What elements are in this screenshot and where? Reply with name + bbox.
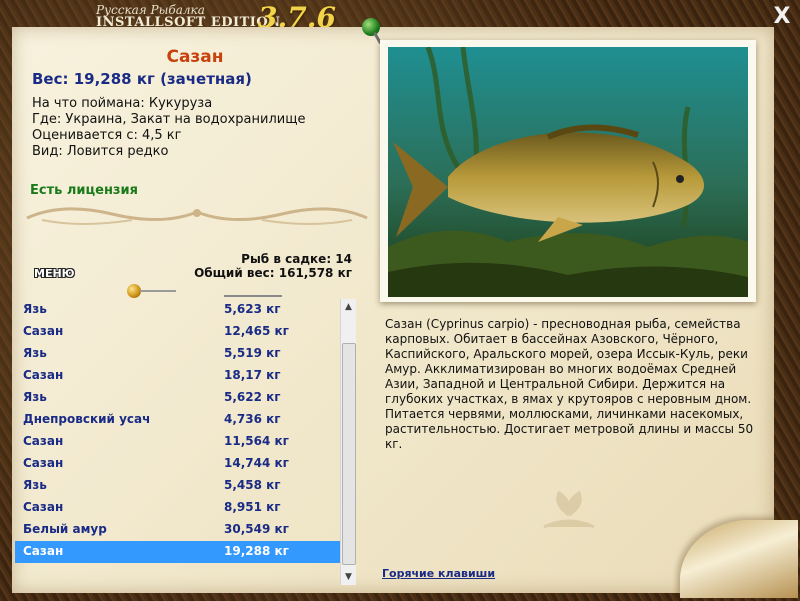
list-item-name: Сазан bbox=[23, 434, 64, 448]
list-item-name: Язь bbox=[23, 478, 47, 492]
list-item-weight: 19,288 кг bbox=[224, 544, 289, 558]
fish-photo-frame bbox=[380, 40, 756, 302]
list-item-name: Белый амур bbox=[23, 522, 107, 536]
list-item-weight: 14,744 кг bbox=[224, 456, 289, 470]
list-item[interactable]: Сазан 8,951 кг bbox=[15, 497, 340, 519]
fish-weight: Вес: 19,288 кг (зачетная) bbox=[32, 70, 252, 88]
list-item-weight: 11,564 кг bbox=[224, 434, 289, 448]
list-item-weight: 30,549 кг bbox=[224, 522, 289, 536]
list-item-weight: 18,17 кг bbox=[224, 368, 281, 382]
list-item[interactable]: Язь 5,623 кг bbox=[15, 299, 340, 321]
list-item-name: Сазан bbox=[23, 324, 64, 338]
list-item[interactable]: Днепровский усач 4,736 кг bbox=[15, 409, 340, 431]
list-item-weight: 5,622 кг bbox=[224, 390, 281, 404]
scroll-down-icon[interactable]: ▼ bbox=[341, 569, 356, 585]
fish-photo bbox=[388, 47, 748, 297]
list-item[interactable]: Сазан 14,744 кг bbox=[15, 453, 340, 475]
list-item-weight: 5,458 кг bbox=[224, 478, 281, 492]
place-info: Где: Украина, Закат на водохранилище bbox=[32, 112, 306, 127]
keepnet-summary: Рыб в садке: 14 Общий вес: 161,578 кг bbox=[194, 252, 352, 280]
keepnet-total-weight: Общий вес: 161,578 кг bbox=[194, 266, 352, 280]
list-item[interactable]: Язь 5,458 кг bbox=[15, 475, 340, 497]
scratch-mark bbox=[224, 295, 282, 297]
license-status: Есть лицензия bbox=[30, 183, 138, 198]
list-item-name: Сазан bbox=[23, 544, 64, 558]
list-item-weight: 4,736 кг bbox=[224, 412, 281, 426]
bait-info: На что поймана: Кукуруза bbox=[32, 96, 213, 111]
close-button[interactable]: X bbox=[770, 5, 794, 29]
list-scrollbar[interactable]: ▲ ▼ bbox=[340, 299, 356, 585]
pin-needle bbox=[140, 290, 176, 292]
list-item-name: Сазан bbox=[23, 500, 64, 514]
green-pin-icon bbox=[362, 18, 380, 36]
keepnet-count: Рыб в садке: 14 bbox=[241, 252, 352, 266]
list-item-name: Сазан bbox=[23, 456, 64, 470]
catch-list[interactable]: Язь 5,623 кг Сазан 12,465 кг Язь 5,519 кг С… bbox=[15, 299, 340, 585]
list-item[interactable]: Язь 5,622 кг bbox=[15, 387, 340, 409]
list-item[interactable]: Сазан 12,465 кг bbox=[15, 321, 340, 343]
ornament-divider bbox=[26, 207, 368, 225]
fish-name-title: Сазан bbox=[166, 47, 224, 67]
gold-pin-icon bbox=[127, 284, 141, 298]
list-item[interactable]: Сазан 18,17 кг bbox=[15, 365, 340, 387]
kind-info: Вид: Ловится редко bbox=[32, 144, 169, 159]
list-item[interactable]: Язь 5,519 кг bbox=[15, 343, 340, 365]
list-item-name: Язь bbox=[23, 346, 47, 360]
list-item-weight: 5,519 кг bbox=[224, 346, 281, 360]
fish-description: Сазан (Cyprinus carpio) - пресноводная р… bbox=[385, 317, 754, 451]
rating-info: Оценивается с: 4,5 кг bbox=[32, 128, 182, 143]
fish-stamp-icon bbox=[543, 490, 595, 529]
list-item-name: Язь bbox=[23, 302, 47, 316]
list-item-weight: 8,951 кг bbox=[224, 500, 281, 514]
list-item-weight: 5,623 кг bbox=[224, 302, 281, 316]
list-item-name: Язь bbox=[23, 390, 47, 404]
list-item[interactable]: Сазан 11,564 кг bbox=[15, 431, 340, 453]
list-item[interactable]: Белый амур 30,549 кг bbox=[15, 519, 340, 541]
menu-button[interactable]: МЕНЮ bbox=[34, 267, 75, 280]
scroll-up-icon[interactable]: ▲ bbox=[341, 299, 356, 315]
list-item-weight: 12,465 кг bbox=[224, 324, 289, 338]
list-item-name: Сазан bbox=[23, 368, 64, 382]
list-item-selected[interactable]: Сазан 19,288 кг bbox=[15, 541, 340, 563]
hotkeys-link[interactable]: Горячие клавиши bbox=[382, 567, 495, 580]
scroll-thumb[interactable] bbox=[342, 343, 356, 565]
list-item-name: Днепровский усач bbox=[23, 412, 151, 426]
